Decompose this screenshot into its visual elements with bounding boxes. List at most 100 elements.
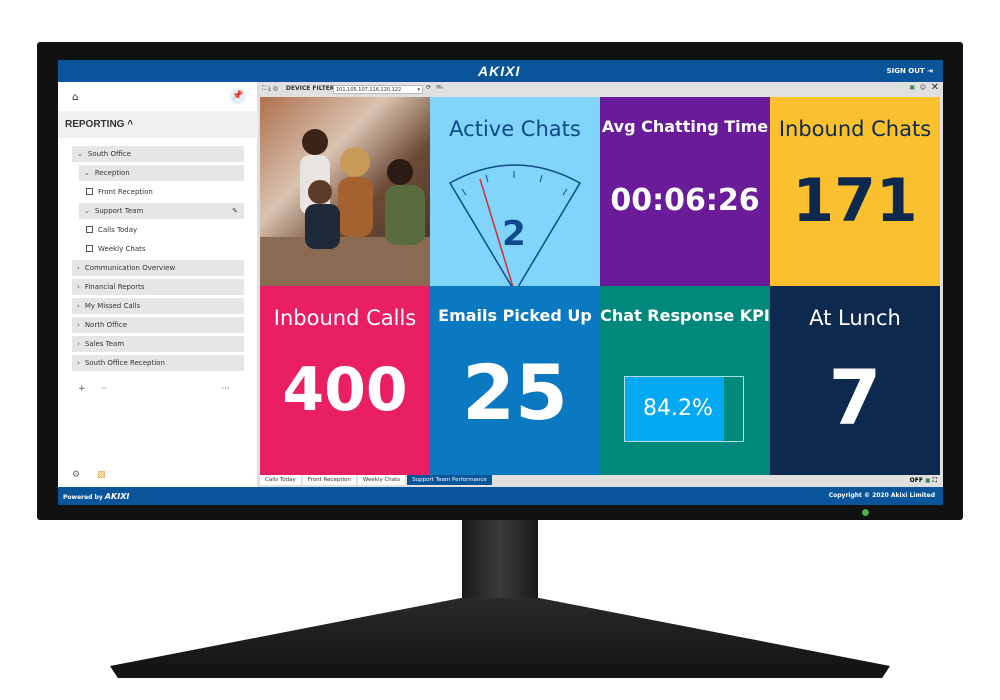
more-button[interactable]: ··· [221, 384, 230, 394]
monitor-stand-neck [462, 520, 538, 600]
tree-item-label: Weekly Chats [98, 245, 146, 253]
gauge: 2 [448, 164, 582, 287]
report-tree: ⌄ South Office ⌄ Reception Front Reception ⌄ S… [72, 146, 244, 374]
tree-item-label: Calls Today [98, 226, 138, 234]
tree-item[interactable]: Front Reception [72, 184, 244, 200]
bus-icon[interactable]: ⛟ [436, 84, 444, 92]
snapshot-icon[interactable]: ◎ [273, 85, 278, 92]
chevron-right-icon: › [77, 321, 80, 329]
home-icon[interactable]: ⌂ [72, 92, 78, 103]
team-photo [260, 97, 430, 286]
add-button[interactable]: + [78, 384, 86, 394]
kpi-bar: 84.2% [624, 376, 744, 442]
tile-title: Chat Response KPI [600, 306, 770, 325]
reporting-header[interactable]: REPORTING ^ [58, 111, 258, 138]
tab-front-reception[interactable]: Front Reception [302, 475, 356, 485]
footer-logo: AKIXI [104, 492, 130, 501]
close-icon[interactable]: ✕ [931, 82, 939, 93]
chevron-right-icon: › [77, 302, 80, 310]
sign-out-button[interactable]: SIGN OUT ⇥ [887, 67, 933, 75]
tile-active-chats: Active Chats 2 [430, 97, 600, 287]
remove-button[interactable]: − [100, 384, 108, 394]
device-filter-value: 101,105,107,116,120,122 [336, 87, 402, 93]
device-filter-select[interactable]: 101,105,107,116,120,122 ▾ [333, 85, 423, 94]
tree-item-label: My Missed Calls [84, 302, 141, 310]
download-icon[interactable]: ⤓ [268, 85, 271, 92]
status-controls: OFF ▣ ⛶ [910, 477, 937, 485]
tab-support-team-performance[interactable]: Support Team Performance [407, 475, 492, 485]
chevron-right-icon: › [77, 340, 80, 348]
tree-item[interactable]: › My Missed Calls [72, 298, 244, 314]
tile-value: 00:06:26 [610, 183, 760, 218]
power-led [862, 509, 869, 516]
monitor-stand-base [110, 598, 890, 678]
people-photo-icon [260, 129, 430, 286]
tile-avg-chatting-time: Avg Chatting Time 00:06:26 [600, 97, 770, 286]
tile-inbound-chats: Inbound Chats 171 [770, 97, 940, 286]
tab-calls-today[interactable]: Calls Today [260, 475, 301, 485]
checkbox[interactable] [86, 188, 93, 195]
footer: Powered by AKIXI Copyright © 2020 Akixi … [58, 487, 943, 505]
dashboard: ⛶ ⤓ ◎ DEVICE FILTER: 101,105,107,116,120… [258, 82, 943, 487]
screen-icon[interactable]: ▣ [925, 477, 931, 484]
tree-item[interactable]: ⌄ South Office [72, 146, 244, 162]
chevron-down-icon: ⌄ [84, 169, 90, 177]
tree-item-label: South Office [87, 150, 131, 158]
tree-item[interactable]: › Financial Reports [72, 279, 244, 295]
sign-out-icon: ⇥ [927, 67, 933, 75]
user-icon[interactable]: ☺ [920, 84, 926, 91]
tile-title: Avg Chatting Time [601, 117, 769, 136]
chevron-up-icon: ^ [127, 119, 134, 130]
powered-by: Powered by AKIXI [63, 492, 129, 501]
tile-value: 84.2% [643, 396, 713, 421]
fullscreen-icon[interactable]: ⛶ [933, 477, 937, 484]
tile-title: Inbound Chats [778, 117, 932, 141]
tile-chat-response-kpi: Chat Response KPI 84.2% [600, 286, 770, 475]
tree-item-label: Support Team [94, 207, 144, 215]
settings-gear-icon[interactable]: ⚙ [72, 470, 80, 480]
chevron-down-icon: ⌄ [77, 150, 83, 158]
tile-inbound-calls: Inbound Calls 400 [260, 286, 430, 475]
tree-item-label: Sales Team [84, 340, 125, 348]
tree-item-label: Communication Overview [84, 264, 176, 272]
tree-item[interactable]: › South Office Reception [72, 355, 244, 371]
sidebar-footer-icons: ⚙ ▨ [72, 470, 105, 480]
tree-item[interactable]: ⌄ Reception [79, 165, 244, 181]
report-chart-icon[interactable]: ▨ [97, 470, 106, 480]
layout-icon[interactable]: ⛶ [262, 85, 266, 92]
tree-item-label: South Office Reception [84, 359, 165, 367]
dashboard-toolbar: ⛶ ⤓ ◎ DEVICE FILTER: 101,105,107,116,120… [258, 82, 943, 96]
chevron-down-icon: ▾ [417, 87, 420, 93]
tree-item[interactable]: › Sales Team [72, 336, 244, 352]
akixi-logo: AKIXI [478, 63, 521, 79]
tree-item[interactable]: ⌄ Support Team ✎ [79, 203, 244, 219]
chevron-right-icon: › [77, 359, 80, 367]
chevron-right-icon: › [77, 264, 80, 272]
tile-emails-picked-up: Emails Picked Up 25 [430, 286, 600, 475]
chevron-down-icon: ⌄ [84, 207, 90, 215]
tree-item-label: North Office [84, 321, 128, 329]
colors-icon[interactable]: ▣ [909, 84, 915, 91]
checkbox[interactable] [86, 245, 93, 252]
off-toggle[interactable]: OFF [910, 477, 923, 484]
tab-weekly-chats[interactable]: Weekly Chats [357, 475, 406, 485]
tile-value: 2 [502, 214, 526, 254]
tree-item[interactable]: Calls Today [72, 222, 244, 238]
top-bar: AKIXI SIGN OUT ⇥ [58, 60, 943, 82]
sidebar: ⌂ 📌 REPORTING ^ ⌄ South Office ⌄ Reception F… [58, 82, 258, 487]
tree-item[interactable]: › North Office [72, 317, 244, 333]
dashboard-tabs: Calls Today Front Reception Weekly Chats Su… [260, 475, 494, 487]
tile-value: 400 [282, 355, 408, 425]
tree-item-label: Front Reception [98, 188, 153, 196]
pin-icon[interactable]: 📌 [230, 88, 246, 104]
reporting-label: REPORTING [65, 119, 125, 130]
tile-value: 171 [792, 166, 918, 236]
edit-pencil-icon[interactable]: ✎ [232, 203, 238, 219]
checkbox[interactable] [86, 226, 93, 233]
tree-item[interactable]: › Communication Overview [72, 260, 244, 276]
tree-item[interactable]: Weekly Chats [72, 241, 244, 257]
refresh-icon[interactable]: ⟳ [426, 84, 431, 91]
tree-item-label: Reception [94, 169, 130, 177]
tile-title: Inbound Calls [273, 306, 417, 330]
tile-value: 25 [462, 348, 568, 437]
